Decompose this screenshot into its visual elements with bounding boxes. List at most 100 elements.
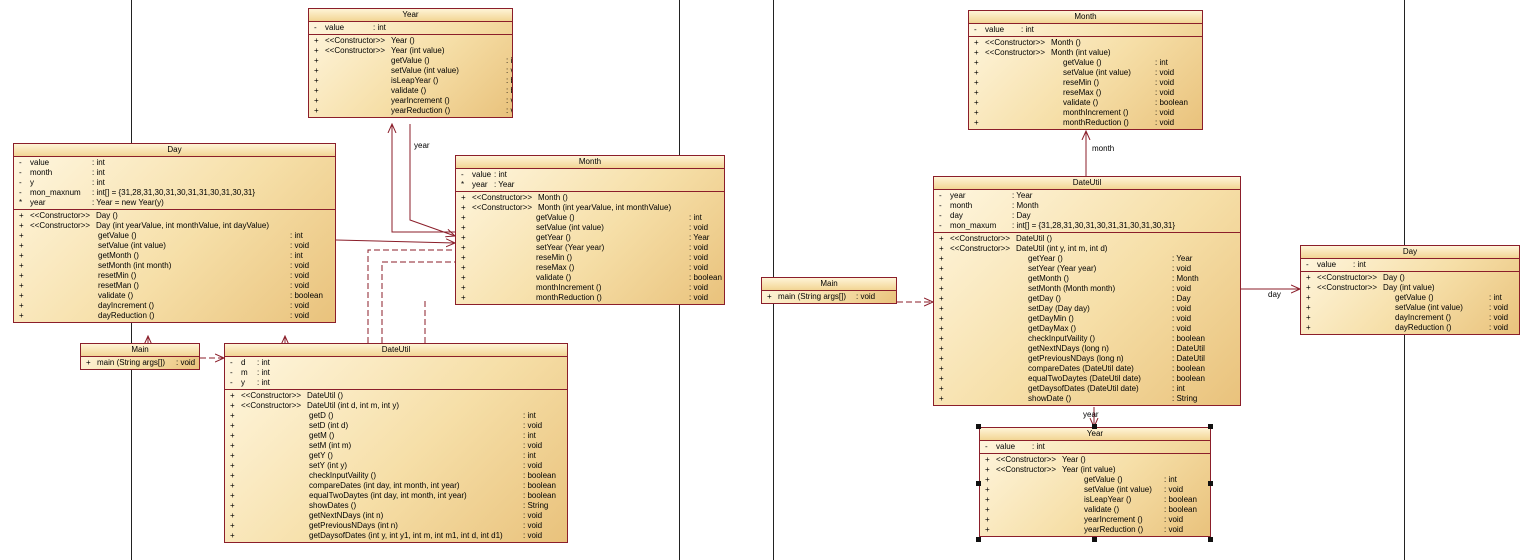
- operation-row[interactable]: + reseMax (): void: [456, 263, 724, 273]
- operation-row[interactable]: + <<Constructor>> Year (int value): [309, 46, 512, 56]
- operation-row[interactable]: + <<Constructor>> DateUtil (int y, int m, …: [934, 244, 1240, 254]
- selection-handle[interactable]: [976, 537, 981, 542]
- attribute-row[interactable]: - year: Year: [934, 191, 1240, 201]
- operation-row[interactable]: + showDates (): String: [225, 501, 567, 511]
- operation-row[interactable]: + getMonth (): Month: [934, 274, 1240, 284]
- operation-row[interactable]: + <<Constructor>> Year (int value): [980, 465, 1210, 475]
- attribute-row[interactable]: * year: Year: [456, 180, 724, 190]
- operation-row[interactable]: + setValue (int value): void: [456, 223, 724, 233]
- operation-row[interactable]: + validate (): boolean: [309, 86, 512, 96]
- attribute-row[interactable]: * year: Year = new Year(y): [14, 198, 335, 208]
- operation-row[interactable]: + setValue (int value): void: [309, 66, 512, 76]
- selection-handle[interactable]: [1208, 537, 1213, 542]
- operation-row[interactable]: + setMonth (Month month): void: [934, 284, 1240, 294]
- operation-row[interactable]: + isLeapYear (): boolean: [309, 76, 512, 86]
- operation-row[interactable]: + <<Constructor>> Day (int yearValue, int …: [14, 221, 335, 231]
- operation-row[interactable]: + checkInputVaility (): boolean: [225, 471, 567, 481]
- operation-row[interactable]: + yearReduction (): void: [980, 525, 1210, 535]
- attribute-row[interactable]: - value: int: [1301, 260, 1519, 270]
- operation-row[interactable]: + monthReduction (): void: [456, 293, 724, 303]
- operation-row[interactable]: + reseMin (): void: [456, 253, 724, 263]
- operation-row[interactable]: + equalTwoDaytes (int day, int month, int…: [225, 491, 567, 501]
- class-main-right[interactable]: Main + main (String args[]): void: [761, 277, 897, 304]
- operation-row[interactable]: + getValue (): int: [1301, 293, 1519, 303]
- operation-row[interactable]: + getYear (): Year: [456, 233, 724, 243]
- operation-row[interactable]: + yearIncrement (): void: [309, 96, 512, 106]
- attribute-row[interactable]: - value: int: [456, 170, 724, 180]
- operation-row[interactable]: + getDay (): Day: [934, 294, 1240, 304]
- attribute-row[interactable]: - value: int: [969, 25, 1202, 35]
- operation-row[interactable]: + <<Constructor>> DateUtil (): [225, 391, 567, 401]
- operation-row[interactable]: + setValue (int value): void: [1301, 303, 1519, 313]
- operation-row[interactable]: + equalTwoDaytes (DateUtil date): boolean: [934, 374, 1240, 384]
- class-day-left[interactable]: Day - value: int - month: int - y: int - mon_max…: [13, 143, 336, 323]
- operation-row[interactable]: + dayIncrement (): void: [1301, 313, 1519, 323]
- attribute-row[interactable]: - mon_maxnum: int[] = {31,28,31,30,31,30,…: [14, 188, 335, 198]
- operation-row[interactable]: + getDayMax (): void: [934, 324, 1240, 334]
- operation-row[interactable]: + monthIncrement (): void: [456, 283, 724, 293]
- operation-row[interactable]: + reseMax (): void: [969, 88, 1202, 98]
- class-month-right[interactable]: Month - value: int + <<Constructor>> Month ()…: [968, 10, 1203, 130]
- operation-row[interactable]: + <<Constructor>> Day (): [14, 211, 335, 221]
- operation-row[interactable]: + <<Constructor>> Day (): [1301, 273, 1519, 283]
- selection-handle[interactable]: [1208, 481, 1213, 486]
- operation-row[interactable]: + resetMan (): void: [14, 281, 335, 291]
- operation-row[interactable]: + dayIncrement (): void: [14, 301, 335, 311]
- operation-row[interactable]: + main (String args[]): void: [762, 292, 896, 302]
- operation-row[interactable]: + dayReduction (): void: [1301, 323, 1519, 333]
- operation-row[interactable]: + resetMin (): void: [14, 271, 335, 281]
- class-year-left[interactable]: Year - value: int + <<Constructor>> Year () + <…: [308, 8, 513, 118]
- operation-row[interactable]: + getYear (): Year: [934, 254, 1240, 264]
- operation-row[interactable]: + <<Constructor>> Month (int value): [969, 48, 1202, 58]
- operation-row[interactable]: + getMonth (): int: [14, 251, 335, 261]
- selection-handle[interactable]: [1092, 424, 1097, 429]
- selection-handle[interactable]: [976, 424, 981, 429]
- operation-row[interactable]: + getDayMin (): void: [934, 314, 1240, 324]
- attribute-row[interactable]: -y: int: [225, 378, 567, 388]
- operation-row[interactable]: + setY (int y): void: [225, 461, 567, 471]
- operation-row[interactable]: + getPreviousNDays (long n): DateUtil: [934, 354, 1240, 364]
- class-day-right[interactable]: Day - value: int + <<Constructor>> Day () + <<C…: [1300, 245, 1520, 335]
- attribute-row[interactable]: -m: int: [225, 368, 567, 378]
- attribute-row[interactable]: - value: int: [980, 442, 1210, 452]
- operation-row[interactable]: + getValue (): int: [309, 56, 512, 66]
- operation-row[interactable]: + setDay (Day day): void: [934, 304, 1240, 314]
- class-year-right[interactable]: Year - value: int + <<Constructor>> Year () + <…: [979, 427, 1211, 537]
- operation-row[interactable]: + <<Constructor>> Month (): [456, 193, 724, 203]
- operation-row[interactable]: + setYear (Year year): void: [456, 243, 724, 253]
- operation-row[interactable]: + getNextNDays (long n): DateUtil: [934, 344, 1240, 354]
- operation-row[interactable]: + <<Constructor>> DateUtil (int d, int m, …: [225, 401, 567, 411]
- operation-row[interactable]: + validate (): boolean: [969, 98, 1202, 108]
- operation-row[interactable]: + <<Constructor>> Year (): [309, 36, 512, 46]
- operation-row[interactable]: + reseMin (): void: [969, 78, 1202, 88]
- operation-row[interactable]: + <<Constructor>> Day (int value): [1301, 283, 1519, 293]
- operation-row[interactable]: + setMonth (int month): void: [14, 261, 335, 271]
- class-main-left[interactable]: Main + main (String args[]): void: [80, 343, 200, 370]
- operation-row[interactable]: + monthIncrement (): void: [969, 108, 1202, 118]
- operation-row[interactable]: + getValue (): int: [969, 58, 1202, 68]
- attribute-row[interactable]: - month: int: [14, 168, 335, 178]
- operation-row[interactable]: + getValue (): int: [14, 231, 335, 241]
- attribute-row[interactable]: - day: Day: [934, 211, 1240, 221]
- operation-row[interactable]: + compareDates (DateUtil date): boolean: [934, 364, 1240, 374]
- operation-row[interactable]: + validate (): boolean: [14, 291, 335, 301]
- operation-row[interactable]: + isLeapYear (): boolean: [980, 495, 1210, 505]
- attribute-row[interactable]: - mon_maxum: int[] = {31,28,31,30,31,30,3…: [934, 221, 1240, 231]
- operation-row[interactable]: + getY (): int: [225, 451, 567, 461]
- class-dateutil-right[interactable]: DateUtil - year: Year - month: Month - day: Da…: [933, 176, 1241, 406]
- operation-row[interactable]: + setValue (int value): void: [980, 485, 1210, 495]
- attribute-row[interactable]: - value: int: [309, 23, 512, 33]
- operation-row[interactable]: + setValue (int value): void: [969, 68, 1202, 78]
- selection-handle[interactable]: [976, 481, 981, 486]
- operation-row[interactable]: + validate (): boolean: [456, 273, 724, 283]
- operation-row[interactable]: + compareDates (int day, int month, int y…: [225, 481, 567, 491]
- selection-handle[interactable]: [1092, 537, 1097, 542]
- operation-row[interactable]: + validate (): boolean: [980, 505, 1210, 515]
- operation-row[interactable]: + showDate (): String: [934, 394, 1240, 404]
- operation-row[interactable]: + yearReduction (): void: [309, 106, 512, 116]
- operation-row[interactable]: + setD (int d): void: [225, 421, 567, 431]
- operation-row[interactable]: + getValue (): int: [980, 475, 1210, 485]
- attribute-row[interactable]: - month: Month: [934, 201, 1240, 211]
- operation-row[interactable]: + <<Constructor>> DateUtil (): [934, 234, 1240, 244]
- operation-row[interactable]: + <<Constructor>> Month (): [969, 38, 1202, 48]
